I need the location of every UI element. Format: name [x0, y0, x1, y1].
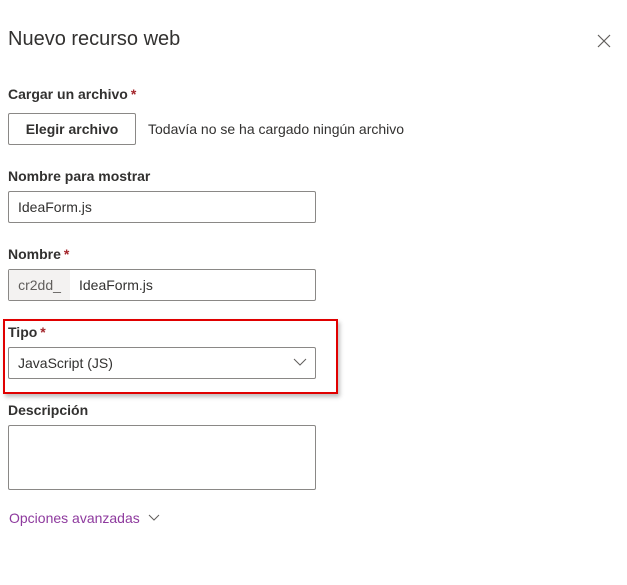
display-name-input[interactable]: IdeaForm.js	[8, 191, 316, 223]
panel-title: Nuevo recurso web	[8, 28, 181, 50]
required-marker: *	[130, 86, 137, 102]
name-label: Nombre *	[8, 246, 69, 262]
display-name-value: IdeaForm.js	[18, 199, 92, 215]
required-marker: *	[40, 324, 46, 340]
chevron-down-icon	[293, 358, 307, 366]
type-label: Tipo *	[8, 324, 46, 340]
advanced-options-label: Opciones avanzadas	[9, 510, 140, 526]
upload-label: Cargar un archivo *	[8, 86, 136, 102]
close-button[interactable]	[596, 33, 612, 49]
chevron-down-icon	[148, 514, 160, 521]
display-name-label: Nombre para mostrar	[8, 168, 151, 184]
upload-label-text: Cargar un archivo	[8, 86, 128, 102]
type-label-text: Tipo	[8, 324, 38, 340]
choose-file-button[interactable]: Elegir archivo	[8, 113, 136, 145]
type-value: JavaScript (JS)	[18, 355, 113, 371]
name-input[interactable]: cr2dd_ IdeaForm.js	[8, 269, 316, 301]
description-textarea[interactable]	[8, 425, 316, 490]
description-label: Descripción	[8, 402, 89, 418]
advanced-options-toggle[interactable]: Opciones avanzadas	[9, 510, 160, 526]
upload-status: Todavía no se ha cargado ningún archivo	[148, 121, 405, 137]
type-select[interactable]: JavaScript (JS)	[8, 347, 316, 379]
required-marker: *	[63, 246, 70, 262]
name-value: IdeaForm.js	[79, 277, 153, 293]
name-prefix: cr2dd_	[9, 270, 70, 300]
close-icon	[597, 34, 611, 48]
name-label-text: Nombre	[8, 246, 61, 262]
